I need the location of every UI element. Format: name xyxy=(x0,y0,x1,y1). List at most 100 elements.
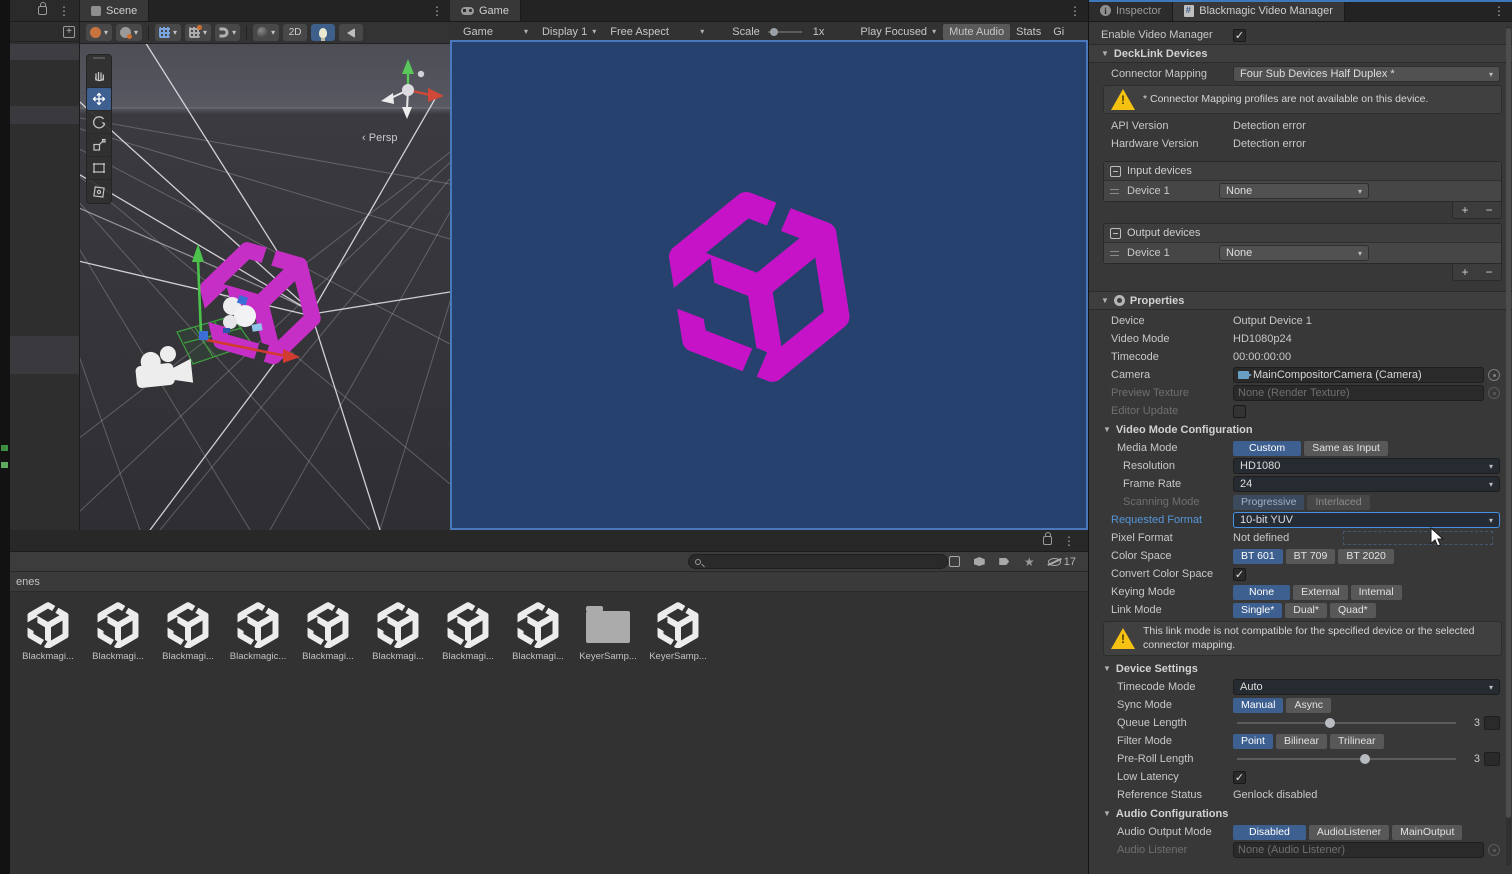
output-device-row[interactable]: Device 1 None▾ xyxy=(1104,242,1501,263)
media-mode-custom[interactable]: Custom xyxy=(1233,441,1301,456)
device-settings-foldout[interactable]: ▼ Device Settings xyxy=(1089,659,1512,678)
transform-tool-button[interactable] xyxy=(87,180,111,203)
object-picker-icon[interactable] xyxy=(1488,369,1500,381)
panel-menu-icon[interactable]: ⋮ xyxy=(51,4,77,18)
camera-object-field[interactable]: MainCompositorCamera (Camera) xyxy=(1233,367,1484,383)
panel-menu-icon[interactable]: ⋮ xyxy=(1486,0,1512,21)
search-input[interactable] xyxy=(688,554,948,569)
preroll-length-slider[interactable] xyxy=(1237,758,1456,760)
lock-icon[interactable] xyxy=(38,6,47,15)
color-space-bt601[interactable]: BT 601 xyxy=(1233,549,1283,564)
asset-item[interactable]: Blackmagi... xyxy=(16,602,80,662)
remove-device-button[interactable]: − xyxy=(1482,265,1495,279)
input-device-dropdown[interactable]: None▾ xyxy=(1219,183,1369,199)
link-single[interactable]: Single* xyxy=(1233,603,1282,618)
hierarchy-row[interactable] xyxy=(10,336,79,374)
overlay-grip[interactable] xyxy=(93,57,105,63)
preroll-length-field[interactable] xyxy=(1484,752,1500,766)
link-quad[interactable]: Quad* xyxy=(1330,603,1376,618)
queue-length-field[interactable] xyxy=(1484,716,1500,730)
properties-foldout[interactable]: ▼ Properties xyxy=(1089,291,1512,310)
asset-item[interactable]: Blackmagi... xyxy=(296,602,360,662)
enable-video-manager-checkbox[interactable]: ✓ xyxy=(1233,29,1246,42)
convert-color-space-checkbox[interactable]: ✓ xyxy=(1233,568,1246,581)
asset-item[interactable]: Blackmagi... xyxy=(86,602,150,662)
filter-trilinear[interactable]: Trilinear xyxy=(1330,734,1384,749)
grid-visibility-button[interactable]: ▾ xyxy=(155,24,181,41)
remove-device-button[interactable]: − xyxy=(1482,203,1495,217)
add-icon[interactable]: + xyxy=(63,26,75,38)
asset-item[interactable]: Blackmagi... xyxy=(366,602,430,662)
tab-inspector[interactable]: i Inspector xyxy=(1089,0,1173,21)
perspective-label[interactable]: ‹ Persp xyxy=(362,132,397,144)
pivot-button[interactable]: ▾ xyxy=(116,24,142,41)
play-focused-dropdown[interactable]: Play Focused▾ xyxy=(853,23,943,41)
move-snap-button[interactable]: ▾ xyxy=(215,24,240,41)
audio-output-audiolistener[interactable]: AudioListener xyxy=(1309,825,1389,840)
audio-output-mainoutput[interactable]: MainOutput xyxy=(1392,825,1462,840)
filter-bilinear[interactable]: Bilinear xyxy=(1276,734,1327,749)
connector-mapping-dropdown[interactable]: Four Sub Devices Half Duplex *▾ xyxy=(1233,66,1500,82)
stats-button[interactable]: Stats xyxy=(1010,24,1047,40)
snap-grid-button[interactable]: ▾ xyxy=(185,24,211,41)
scale-slider[interactable] xyxy=(768,31,802,33)
audio-toggle-button[interactable] xyxy=(339,24,363,41)
color-space-bt2020[interactable]: BT 2020 xyxy=(1338,549,1394,564)
lighting-toggle-button[interactable] xyxy=(311,24,335,41)
display-dropdown[interactable]: Display 1▾ xyxy=(535,23,603,41)
lock-icon[interactable] xyxy=(1043,536,1052,545)
asset-item[interactable]: Blackmagi... xyxy=(156,602,220,662)
link-dual[interactable]: Dual* xyxy=(1285,603,1327,618)
keying-external[interactable]: External xyxy=(1293,585,1348,600)
keying-none[interactable]: None xyxy=(1233,585,1290,600)
audio-configurations-foldout[interactable]: ▼ Audio Configurations xyxy=(1089,804,1512,823)
asset-item[interactable]: Blackmagi... xyxy=(436,602,500,662)
gizmos-button[interactable]: Gi xyxy=(1047,24,1070,40)
hidden-count-toggle[interactable]: 17 xyxy=(1048,555,1076,568)
view-tool-button[interactable] xyxy=(87,65,111,88)
game-viewport[interactable] xyxy=(450,40,1088,530)
output-device-dropdown[interactable]: None▾ xyxy=(1219,245,1369,261)
tab-game[interactable]: Game xyxy=(450,0,521,21)
keying-internal[interactable]: Internal xyxy=(1351,585,1402,600)
shading-mode-button[interactable]: ▾ xyxy=(253,24,279,41)
label-tag-icon[interactable] xyxy=(998,555,1011,568)
rect-tool-button[interactable] xyxy=(87,157,111,180)
panel-menu-icon[interactable]: ⋮ xyxy=(1056,534,1082,548)
audio-output-disabled[interactable]: Disabled xyxy=(1233,825,1306,840)
requested-format-dropdown[interactable]: 10-bit YUV▾ xyxy=(1233,512,1500,528)
asset-item[interactable]: Blackmagi... xyxy=(506,602,570,662)
asset-item[interactable]: KeyerSamp... xyxy=(646,602,710,662)
sync-manual[interactable]: Manual xyxy=(1233,698,1283,713)
drag-handle-icon[interactable] xyxy=(1110,251,1119,256)
hierarchy-row[interactable] xyxy=(10,44,79,60)
open-asset-icon[interactable] xyxy=(948,555,961,568)
game-target-dropdown[interactable]: Game▾ xyxy=(456,23,535,41)
add-device-button[interactable]: + xyxy=(1458,203,1471,217)
asset-item[interactable]: KeyerSamp... xyxy=(576,602,640,662)
package-icon[interactable] xyxy=(973,555,986,568)
input-device-row[interactable]: Device 1 None▾ xyxy=(1104,180,1501,201)
panel-menu-icon[interactable]: ⋮ xyxy=(1062,0,1088,21)
frame-rate-dropdown[interactable]: 24▾ xyxy=(1233,476,1500,492)
low-latency-checkbox[interactable]: ✓ xyxy=(1233,771,1246,784)
color-space-bt709[interactable]: BT 709 xyxy=(1286,549,1336,564)
2d-toggle-button[interactable]: 2D xyxy=(283,24,307,41)
tab-scene[interactable]: Scene xyxy=(80,0,149,21)
video-mode-config-foldout[interactable]: ▼ Video Mode Configuration xyxy=(1089,420,1512,439)
add-device-button[interactable]: + xyxy=(1458,265,1471,279)
decklink-devices-foldout[interactable]: ▼ DeckLink Devices xyxy=(1089,44,1512,63)
asset-item[interactable]: Blackmagic... xyxy=(226,602,290,662)
mute-audio-button[interactable]: Mute Audio xyxy=(943,24,1010,40)
panel-menu-icon[interactable]: ⋮ xyxy=(424,0,450,21)
inspector-scrollbar[interactable] xyxy=(1506,26,1511,866)
media-mode-same-as-input[interactable]: Same as Input xyxy=(1304,441,1388,456)
sync-async[interactable]: Async xyxy=(1286,698,1331,713)
drag-handle-icon[interactable] xyxy=(1110,189,1119,194)
resolution-dropdown[interactable]: HD1080▾ xyxy=(1233,458,1500,474)
aspect-dropdown[interactable]: Free Aspect▾ xyxy=(603,23,711,41)
queue-length-slider[interactable] xyxy=(1237,722,1456,724)
favorites-star-icon[interactable]: ★ xyxy=(1023,555,1036,568)
timecode-mode-dropdown[interactable]: Auto▾ xyxy=(1233,679,1500,695)
scene-viewport[interactable]: ‹ Persp xyxy=(80,44,450,530)
